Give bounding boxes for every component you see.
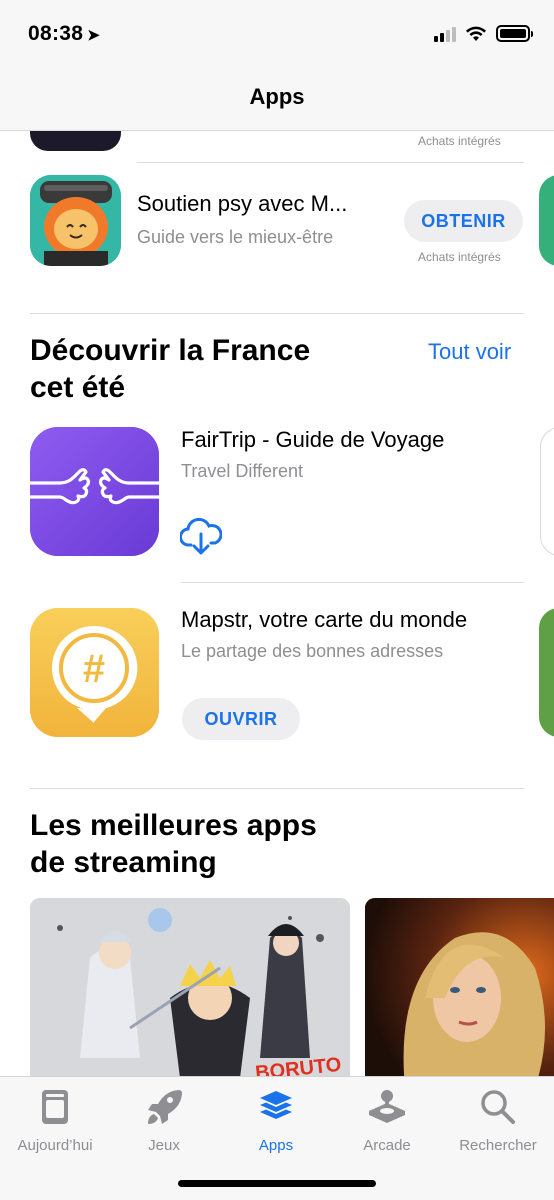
section-title-streaming: Les meilleures apps de streaming [30, 807, 317, 881]
streaming-card-anime[interactable]: BORUTO [30, 898, 350, 1076]
tab-label: Apps [258, 1137, 294, 1154]
section-divider [30, 788, 524, 789]
see-all-link[interactable]: Tout voir [428, 339, 511, 365]
hashtag-pin-logo: # [30, 608, 159, 737]
today-icon [42, 1090, 68, 1124]
section-title-line1: Les meilleures apps [30, 809, 317, 842]
fairtrip-app-icon[interactable] [30, 427, 159, 556]
mapstr-app-subtitle: Le partage des bonnes adresses [181, 641, 444, 661]
iap-label: Achats intégrés [418, 250, 501, 264]
location-arrow-icon: ➤ [87, 27, 101, 44]
tab-label: Jeux [148, 1137, 180, 1154]
soutien-psy-app-subtitle: Guide vers le mieux-être [137, 227, 334, 247]
ouvrir-button[interactable]: OUVRIR [182, 698, 300, 740]
battery-icon [496, 25, 533, 42]
status-time: 08:38 ➤ [28, 22, 100, 46]
mapstr-app-icon[interactable]: # [30, 608, 159, 737]
mapstr-app-name[interactable]: Mapstr, votre carte du monde [181, 607, 467, 633]
divider [181, 582, 524, 583]
top-bar: 08:38 ➤ Apps [0, 0, 554, 131]
fairtrip-app-subtitle: Travel Different [181, 461, 304, 481]
tab-games[interactable]: Jeux [109, 1087, 219, 1154]
time-label: 08:38 [28, 22, 84, 45]
previous-iap-label: Achats intégrés [418, 134, 501, 148]
soutien-psy-app-icon[interactable] [30, 175, 121, 266]
status-icons [434, 25, 533, 42]
tab-apps[interactable]: Apps [221, 1087, 331, 1154]
apps-stack-icon [260, 1091, 292, 1119]
portrait-artwork [365, 898, 554, 1076]
section-title-line2: de streaming [30, 846, 217, 879]
section-title-line1: Découvrir la France [30, 334, 311, 367]
cellular-signal-icon [434, 26, 456, 42]
section-title-line2: cet été [30, 371, 126, 404]
fairtrip-app-name[interactable]: FairTrip - Guide de Voyage [181, 427, 444, 453]
section-title-france: Découvrir la France cet été [30, 332, 310, 406]
tab-label: Aujourd’hui [17, 1137, 93, 1154]
wifi-icon [466, 26, 486, 41]
obtenir-button[interactable]: OBTENIR [404, 200, 523, 242]
previous-app-icon[interactable] [30, 131, 121, 151]
streaming-card-series[interactable] [365, 898, 554, 1076]
tab-today[interactable]: Aujourd’hui [0, 1087, 110, 1154]
search-icon [481, 1090, 515, 1124]
svg-text:#: # [83, 647, 105, 691]
next-column-app-icon[interactable] [540, 427, 554, 556]
home-indicator[interactable] [178, 1180, 376, 1187]
character-illustration [30, 175, 121, 266]
soutien-psy-app-name[interactable]: Soutien psy avec M... [137, 191, 347, 217]
tab-label: Arcade [363, 1137, 411, 1154]
divider [137, 162, 524, 163]
tab-search[interactable]: Rechercher [443, 1087, 553, 1154]
page-title: Apps [249, 84, 305, 109]
anime-artwork: BORUTO [30, 898, 350, 1076]
next-column-app-icon[interactable] [539, 175, 554, 266]
download-cloud-icon[interactable] [180, 517, 222, 557]
tab-arcade[interactable]: Arcade [332, 1087, 442, 1154]
main-content[interactable]: Achats intégrés Soutien psy avec M... Gu… [0, 131, 554, 1076]
rocket-icon [148, 1090, 182, 1124]
joystick-icon [369, 1090, 405, 1123]
tab-label: Rechercher [459, 1137, 537, 1154]
hands-logo [30, 427, 159, 556]
section-divider [30, 313, 524, 314]
next-column-app-icon[interactable] [539, 608, 554, 737]
